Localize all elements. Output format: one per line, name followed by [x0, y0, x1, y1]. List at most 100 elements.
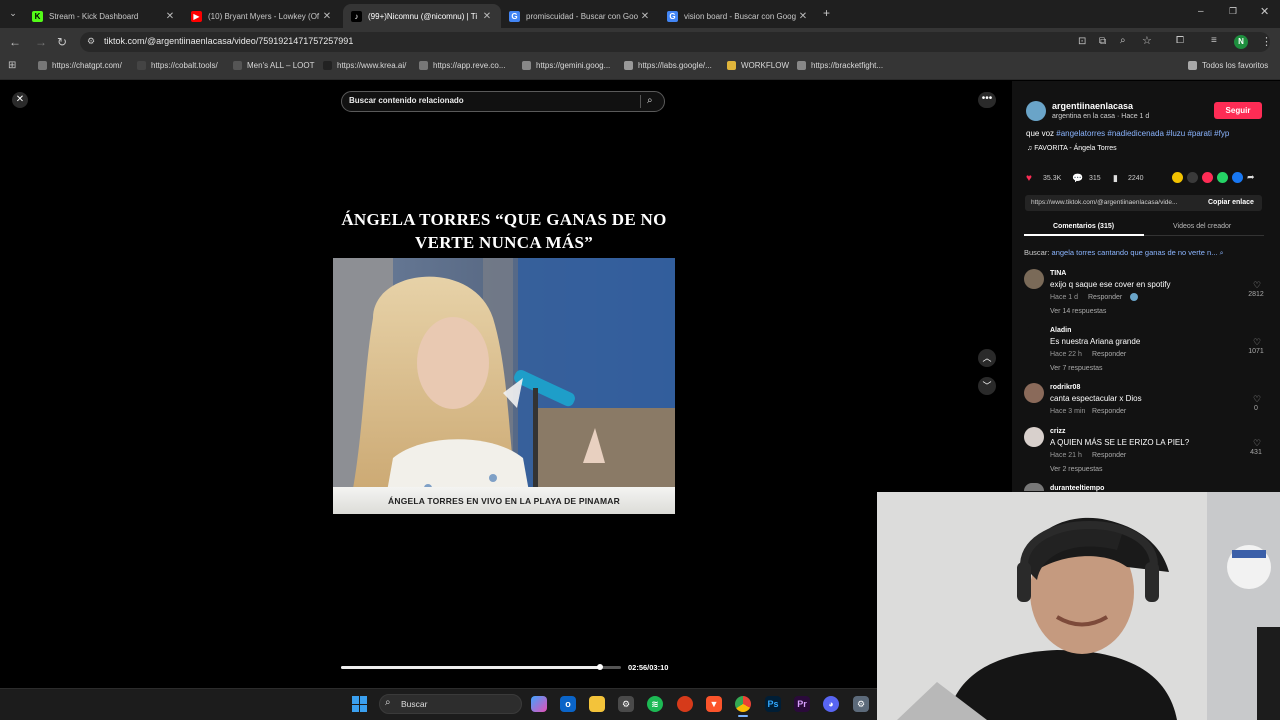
brave-icon[interactable]: ▼ [706, 696, 722, 712]
translate-icon[interactable]: ⧉ [1099, 36, 1106, 47]
comment-icon[interactable]: 💬 [1072, 173, 1083, 184]
bookmark-star-icon[interactable]: ☆ [1142, 34, 1152, 47]
share-friends-icon[interactable] [1172, 172, 1183, 183]
comment-like-icon[interactable]: ♡ [1253, 337, 1261, 348]
new-tab-icon[interactable]: + [823, 6, 830, 20]
reply-button[interactable]: Responder [1092, 452, 1126, 459]
bookmark-icon[interactable]: ▮ [1113, 173, 1118, 184]
tab-favicon: K [32, 10, 43, 22]
reply-button[interactable]: Responder [1092, 351, 1126, 358]
next-video-button[interactable]: ﹀ [978, 377, 996, 395]
gear-app-icon[interactable]: ⚙ [853, 696, 869, 712]
related-search-row[interactable]: Buscar: angela torres cantando que ganas… [1024, 248, 1224, 258]
tiktok-share-icon[interactable] [1202, 172, 1213, 183]
creator-username[interactable]: argentiinaenlacasa [1052, 101, 1133, 111]
comment-like-icon[interactable]: ♡ [1253, 280, 1261, 291]
like-icon[interactable]: ♥ [1026, 173, 1032, 184]
bookmark-item[interactable]: https://chatgpt.com/ [38, 61, 122, 70]
tab-close-icon[interactable]: ✕ [639, 11, 651, 22]
search-icon[interactable]: ⌕ [647, 95, 653, 106]
discord-icon[interactable]: ◕ [823, 696, 839, 712]
reply-button[interactable]: Responder [1092, 408, 1126, 415]
media-icon[interactable]: ≡ [1211, 35, 1217, 46]
browser-tab[interactable]: Gvision board - Buscar con Goog ✕ [659, 4, 817, 28]
bookmark-item[interactable]: https://www.krea.ai/ [323, 61, 406, 70]
browser-tab[interactable]: ▶ (10) Bryant Myers - Lowkey (Of ✕ [183, 4, 341, 28]
site-info-icon[interactable]: ⚙ [87, 36, 95, 47]
tab-close-icon[interactable]: ✕ [797, 11, 809, 22]
comment-like-icon[interactable]: ♡ [1253, 394, 1261, 405]
video-link[interactable]: https://www.tiktok.com/@argentiinaenlaca… [1031, 199, 1177, 206]
browser-tab[interactable]: Gpromiscuidad - Buscar con Goo ✕ [501, 4, 659, 28]
photoshop-icon[interactable]: Ps [765, 696, 781, 712]
extensions-icon[interactable]: ⧠ [1176, 35, 1184, 46]
windows-start-icon[interactable] [352, 696, 368, 712]
comment-username[interactable]: Aladin [1050, 327, 1071, 334]
forward-icon[interactable]: → [35, 35, 47, 49]
premiere-icon[interactable]: Pr [794, 696, 810, 712]
maximize-icon[interactable]: ❐ [1229, 6, 1237, 17]
settings-app-icon[interactable]: ⚙ [618, 696, 634, 712]
bookmark-item[interactable]: https://gemini.goog... [522, 61, 610, 70]
browser-tab[interactable]: K Stream - Kick Dashboard ✕ [24, 4, 184, 28]
tab-creator-videos[interactable]: Videos del creador [1173, 223, 1231, 230]
back-icon[interactable]: ← [9, 35, 21, 49]
creator-avatar[interactable] [1026, 101, 1046, 121]
bookmark-item[interactable]: Men's ALL – LOOT [233, 61, 314, 70]
facebook-icon[interactable] [1232, 172, 1243, 183]
comment-avatar[interactable] [1024, 483, 1044, 491]
minimize-icon[interactable]: – [1198, 6, 1204, 17]
install-icon[interactable]: ⊡ [1078, 36, 1086, 47]
file-explorer-icon[interactable] [589, 696, 605, 712]
whatsapp-icon[interactable] [1217, 172, 1228, 183]
tab-close-icon[interactable]: ✕ [321, 11, 333, 22]
comment-username[interactable]: rodrikr08 [1050, 384, 1080, 391]
bookmark-item[interactable]: https://cobalt.tools/ [137, 61, 218, 70]
profile-avatar[interactable]: N [1234, 35, 1248, 49]
comment-avatar[interactable] [1024, 269, 1044, 289]
spotify-icon[interactable]: ≋ [647, 696, 663, 712]
follow-button[interactable]: Seguir [1214, 102, 1262, 119]
comment-avatar[interactable] [1024, 383, 1044, 403]
copilot-icon[interactable] [531, 696, 547, 712]
comment-avatar[interactable] [1024, 326, 1044, 346]
zoom-icon[interactable]: ⌕ [1120, 35, 1126, 46]
tab-search-button[interactable]: ⌄ [6, 8, 20, 20]
view-replies-button[interactable]: Ver 2 respuestas [1050, 466, 1103, 473]
comment-username[interactable]: TINA [1050, 270, 1066, 277]
prev-video-button[interactable]: ︿ [978, 349, 996, 367]
comment-username[interactable]: crizz [1050, 428, 1066, 435]
progress-knob[interactable] [597, 664, 603, 670]
view-replies-button[interactable]: Ver 14 respuestas [1050, 308, 1106, 315]
browser-tab[interactable]: ♪ (99+)Nicomnu (@nicomnu) | Ti ✕ [343, 4, 501, 28]
music-row[interactable]: ♫ FAVORITA - Ángela Torres [1027, 145, 1117, 152]
bookmark-item[interactable]: https://app.reve.co... [419, 61, 505, 70]
comment-avatar[interactable] [1024, 427, 1044, 447]
apps-icon[interactable]: ⊞ [8, 60, 16, 71]
reply-button[interactable]: Responder [1088, 294, 1122, 301]
share-arrow-icon[interactable]: ➦ [1247, 172, 1258, 183]
video-frame[interactable] [333, 258, 675, 514]
bookmarks-folder[interactable]: Todos los favoritos [1188, 61, 1268, 70]
caption-hashtags[interactable]: #angelatorres #nadiedicenada #luzu #para… [1056, 129, 1229, 138]
tab-close-icon[interactable]: ✕ [481, 11, 493, 22]
reload-icon[interactable]: ↻ [57, 35, 67, 49]
copy-link-button[interactable]: Copiar enlace [1208, 199, 1254, 206]
tab-comments[interactable]: Comentarios (315) [1053, 223, 1114, 230]
bookmark-item[interactable]: WORKFLOW [727, 61, 789, 70]
outlook-icon[interactable]: o [560, 696, 576, 712]
comment-username[interactable]: duranteeltiempo [1050, 485, 1104, 492]
bookmark-item[interactable]: https://labs.google/... [624, 61, 712, 70]
comment-like-icon[interactable]: ♡ [1253, 438, 1261, 449]
close-icon[interactable]: ✕ [12, 92, 28, 108]
url-text[interactable]: tiktok.com/@argentiinaenlacasa/video/759… [104, 36, 353, 46]
more-options-icon[interactable]: ••• [978, 92, 996, 108]
close-window-icon[interactable]: ✕ [1260, 5, 1269, 18]
chrome-icon[interactable] [735, 696, 751, 712]
app-red-icon[interactable] [677, 696, 693, 712]
view-replies-button[interactable]: Ver 7 respuestas [1050, 365, 1103, 372]
bookmark-item[interactable]: https://bracketfight... [797, 61, 883, 70]
tab-close-icon[interactable]: ✕ [164, 11, 176, 22]
embed-icon[interactable] [1187, 172, 1198, 183]
menu-icon[interactable]: ⋮ [1261, 35, 1272, 48]
